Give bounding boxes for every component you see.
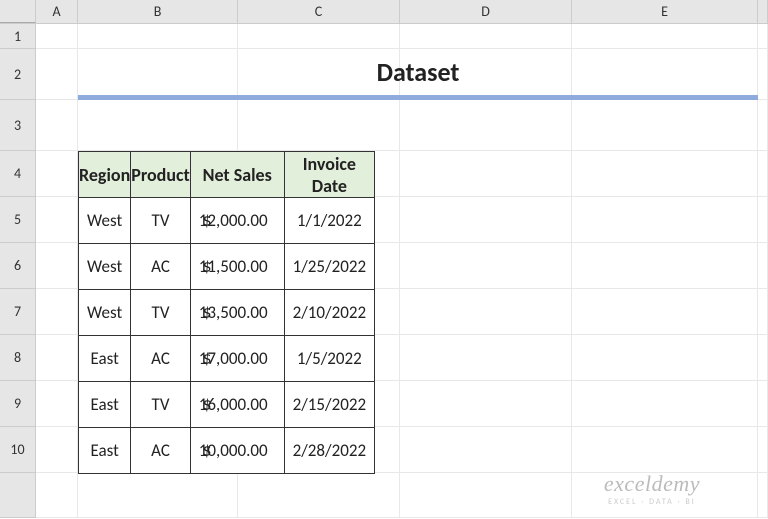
header-region[interactable]: Region	[79, 152, 131, 198]
cell-region[interactable]: East	[79, 336, 131, 382]
cell-product[interactable]: AC	[131, 428, 191, 474]
row-header-10[interactable]: 10	[0, 427, 36, 473]
header-net-sales[interactable]: Net Sales	[190, 152, 284, 198]
currency-symbol: $	[203, 256, 212, 277]
watermark-title: exceldemy	[604, 471, 700, 497]
currency-symbol: $	[203, 210, 212, 231]
row-header-4[interactable]: 4	[0, 151, 36, 197]
table-row: West TV $12,000.00 1/1/2022	[79, 198, 375, 244]
header-product[interactable]: Product	[131, 152, 191, 198]
cell-net-sales[interactable]: $17,000.00	[190, 336, 284, 382]
row-header-pad	[0, 473, 36, 518]
row-header-2[interactable]: 2	[0, 49, 36, 100]
cell-net-sales[interactable]: $11,500.00	[190, 244, 284, 290]
cell-product[interactable]: TV	[131, 198, 191, 244]
table-body: West TV $12,000.00 1/1/2022 West AC $11,…	[79, 198, 375, 474]
cell-product[interactable]: AC	[131, 244, 191, 290]
column-header-A[interactable]: A	[36, 0, 78, 23]
cell-net-sales[interactable]: $16,000.00	[190, 382, 284, 428]
cell-invoice-date[interactable]: 1/25/2022	[284, 244, 374, 290]
cell-invoice-date[interactable]: 1/5/2022	[284, 336, 374, 382]
data-table: Region Product Net Sales Invoice Date We…	[78, 151, 375, 474]
cell-product[interactable]: TV	[131, 290, 191, 336]
table-header-row: Region Product Net Sales Invoice Date	[79, 152, 375, 198]
cell-invoice-date[interactable]: 1/1/2022	[284, 198, 374, 244]
cell-region[interactable]: East	[79, 382, 131, 428]
column-header-C[interactable]: C	[238, 0, 400, 23]
row-header-3[interactable]: 3	[0, 100, 36, 151]
dataset-title[interactable]: Dataset	[78, 49, 758, 100]
currency-symbol: $	[203, 302, 212, 323]
row-header-9[interactable]: 9	[0, 381, 36, 427]
spreadsheet: A B C D E 1 2 3 4 5 6 7 8 9 10	[0, 0, 768, 519]
cell-region[interactable]: West	[79, 198, 131, 244]
table-row: East AC $10,000.00 2/28/2022	[79, 428, 375, 474]
watermark: exceldemy EXCEL · DATA · BI	[604, 471, 700, 507]
cell-net-sales[interactable]: $10,000.00	[190, 428, 284, 474]
cell-region[interactable]: East	[79, 428, 131, 474]
column-header-E[interactable]: E	[572, 0, 758, 23]
cell-net-sales[interactable]: $13,500.00	[190, 290, 284, 336]
row-header-8[interactable]: 8	[0, 335, 36, 381]
cell-region[interactable]: West	[79, 290, 131, 336]
cell-net-sales[interactable]: $12,000.00	[190, 198, 284, 244]
row-header-7[interactable]: 7	[0, 289, 36, 335]
row-header-6[interactable]: 6	[0, 243, 36, 289]
grid-area[interactable]: Dataset Region Product Net Sales Invoice…	[36, 24, 768, 519]
select-all-corner[interactable]	[0, 0, 36, 23]
table-row: East TV $16,000.00 2/15/2022	[79, 382, 375, 428]
cell-region[interactable]: West	[79, 244, 131, 290]
watermark-subtitle: EXCEL · DATA · BI	[604, 497, 700, 507]
currency-symbol: $	[203, 394, 212, 415]
row-headers: 1 2 3 4 5 6 7 8 9 10	[0, 24, 36, 519]
column-headers-row: A B C D E	[0, 0, 768, 24]
column-header-D[interactable]: D	[400, 0, 572, 23]
currency-symbol: $	[203, 440, 212, 461]
cell-invoice-date[interactable]: 2/15/2022	[284, 382, 374, 428]
cell-product[interactable]: TV	[131, 382, 191, 428]
header-invoice-date[interactable]: Invoice Date	[284, 152, 374, 198]
column-header-next[interactable]	[758, 0, 768, 23]
currency-symbol: $	[203, 348, 212, 369]
table-row: East AC $17,000.00 1/5/2022	[79, 336, 375, 382]
row-header-5[interactable]: 5	[0, 197, 36, 243]
cell-invoice-date[interactable]: 2/28/2022	[284, 428, 374, 474]
cell-product[interactable]: AC	[131, 336, 191, 382]
cell-invoice-date[interactable]: 2/10/2022	[284, 290, 374, 336]
row-header-1[interactable]: 1	[0, 24, 36, 49]
table-row: West TV $13,500.00 2/10/2022	[79, 290, 375, 336]
table-row: West AC $11,500.00 1/25/2022	[79, 244, 375, 290]
column-header-B[interactable]: B	[78, 0, 238, 23]
